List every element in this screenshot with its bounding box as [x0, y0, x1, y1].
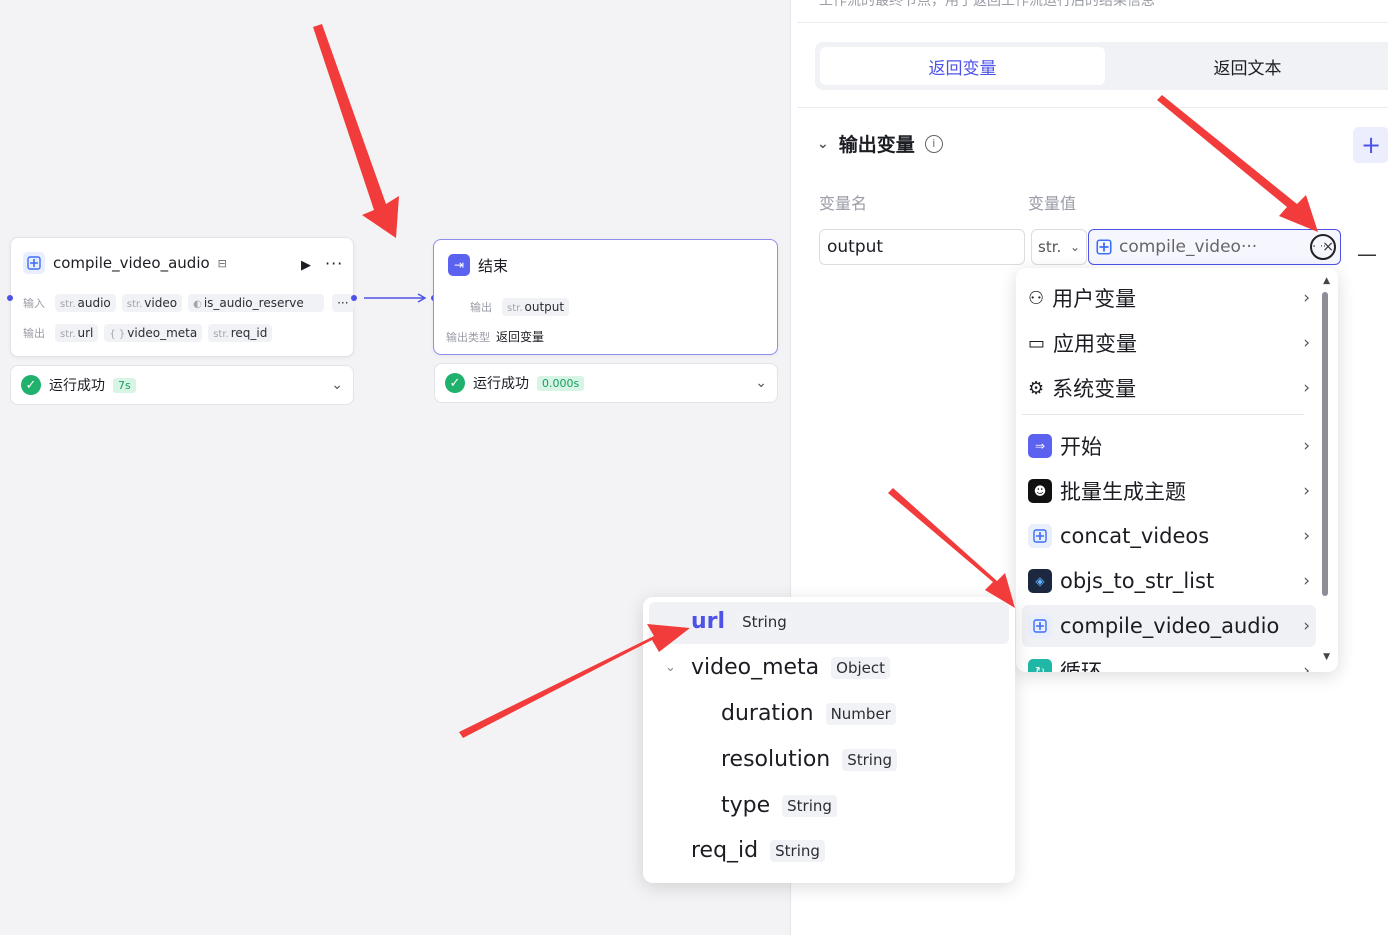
- return-mode-tabs: 返回变量 返回文本: [815, 42, 1388, 90]
- info-icon[interactable]: i: [924, 134, 943, 153]
- variable-source-dropdown: ▲ ▼ ⚇ 用户变量 › ▭ 应用变量 › ⚙ 系统变量 › ⇒ 开始 › ☻ …: [1016, 268, 1338, 672]
- dropdown-item-start[interactable]: ⇒ 开始 ›: [1022, 425, 1316, 467]
- chevron-down-icon: ⌄: [1069, 240, 1080, 254]
- scrollbar[interactable]: [1322, 292, 1328, 596]
- user-icon: ⚇: [1028, 287, 1045, 309]
- node-title: compile_video_audio: [53, 254, 210, 272]
- node-header: compile_video_audio ⊟: [23, 252, 227, 274]
- node-header: ⇥ 结束: [448, 254, 508, 276]
- output-label: 输出: [23, 327, 45, 340]
- node-title: 结束: [478, 256, 509, 275]
- check-icon: ✓: [445, 373, 465, 393]
- plugin-icon: [1028, 524, 1052, 548]
- dropdown-item-objs-to-str-list[interactable]: ◈ objs_to_str_list ›: [1022, 560, 1316, 602]
- column-name-header: 变量名: [819, 194, 868, 213]
- panel-description: 工作流的最终节点，用于返回工作流运行后的结果信息: [819, 0, 1155, 9]
- chevron-right-icon: ›: [1303, 481, 1310, 501]
- output-row: 输出 str. url { } video_meta str. req_id: [23, 324, 273, 342]
- divider: [797, 107, 1388, 108]
- dropdown-item-concat-videos[interactable]: concat_videos ›: [1022, 515, 1316, 557]
- gear-icon: ⚙: [1028, 377, 1045, 399]
- plugin-icon: [1095, 238, 1113, 256]
- status-text: 运行成功: [473, 376, 529, 392]
- node1-status[interactable]: ✓ 运行成功 7s ⌄: [10, 365, 354, 405]
- tab-return-variable[interactable]: 返回变量: [820, 47, 1105, 85]
- field-type[interactable]: type String: [721, 793, 837, 818]
- divider: [1022, 414, 1304, 415]
- chevron-right-icon: ›: [1303, 526, 1310, 546]
- chevron-right-icon: ›: [1303, 378, 1310, 398]
- status-text: 运行成功: [49, 378, 105, 394]
- dropdown-item-user-vars[interactable]: ⚇ 用户变量 ›: [1022, 277, 1316, 319]
- plugin-icon: [23, 252, 45, 274]
- field-req-id[interactable]: req_id String: [691, 838, 825, 863]
- output-chip: str. output: [502, 298, 570, 316]
- loop-icon: ↻: [1028, 659, 1052, 672]
- output-row: 输出 str. output: [470, 298, 570, 316]
- column-value-header: 变量值: [1028, 194, 1077, 213]
- field-video-meta[interactable]: ⌄ video_meta Object: [665, 655, 891, 680]
- output-type-row: 输出类型 返回变量: [446, 328, 544, 345]
- time-badge: 7s: [113, 377, 136, 393]
- output-chip: { } video_meta: [104, 324, 203, 342]
- more-icon[interactable]: ···: [325, 254, 343, 273]
- start-node-icon: ⇒: [1028, 434, 1052, 458]
- variable-type-select[interactable]: str. ⌄: [1031, 229, 1087, 265]
- node2-status[interactable]: ✓ 运行成功 0.000s ⌄: [434, 363, 778, 403]
- divider: [797, 22, 1388, 23]
- reference-text: compile_video···: [1119, 237, 1258, 257]
- chevron-down-icon[interactable]: ⌄: [331, 377, 343, 393]
- plugin-icon: [1028, 614, 1052, 638]
- chevron-right-icon: ›: [1303, 571, 1310, 591]
- time-badge: 0.000s: [537, 375, 585, 391]
- output-type-value: 返回变量: [496, 330, 545, 344]
- bot-icon: ☻: [1028, 479, 1052, 503]
- chevron-down-icon[interactable]: ⌄: [665, 660, 679, 675]
- run-node-icon[interactable]: ▶: [301, 258, 311, 273]
- output-type-label: 输出类型: [446, 330, 490, 344]
- output-variables-header[interactable]: ⌄ 输出变量 i: [817, 130, 943, 157]
- output-chip: str. req_id: [208, 324, 273, 342]
- chevron-right-icon: ›: [1303, 616, 1310, 636]
- field-duration[interactable]: duration Number: [721, 701, 896, 726]
- remove-variable-button[interactable]: —: [1357, 242, 1377, 266]
- chevron-down-icon[interactable]: ⌄: [817, 136, 829, 152]
- variable-reference-input[interactable]: compile_video··· · ×: [1088, 229, 1341, 265]
- chevron-right-icon: ›: [1303, 436, 1310, 456]
- edge-connector: [7, 293, 437, 303]
- field-url[interactable]: url String: [691, 609, 792, 634]
- dropdown-item-compile-video-audio[interactable]: compile_video_audio ›: [1022, 605, 1316, 647]
- node-end[interactable]: ⇥ 结束 输出 str. output 输出类型 返回变量: [433, 239, 778, 355]
- lock-icon: ⊟: [217, 256, 227, 270]
- scroll-up-icon[interactable]: ▲: [1323, 276, 1330, 286]
- tab-return-text[interactable]: 返回文本: [1105, 47, 1388, 85]
- output-label: 输出: [470, 301, 492, 314]
- add-variable-button[interactable]: +: [1353, 127, 1388, 163]
- section-title: 输出变量: [838, 134, 915, 156]
- dropdown-item-loop[interactable]: ↻ 循环 ›: [1022, 650, 1316, 672]
- field-resolution[interactable]: resolution String: [721, 747, 897, 772]
- dropdown-item-system-vars[interactable]: ⚙ 系统变量 ›: [1022, 367, 1316, 409]
- output-fields-popup: url String ⌄ video_meta Object duration …: [643, 597, 1015, 883]
- output-chip: str. url: [55, 324, 99, 342]
- chevron-right-icon: ›: [1303, 661, 1310, 672]
- chevron-right-icon: ›: [1303, 288, 1310, 308]
- scroll-down-icon[interactable]: ▼: [1323, 652, 1330, 662]
- check-icon: ✓: [21, 375, 41, 395]
- code-icon: ◈: [1028, 569, 1052, 593]
- chevron-right-icon: ›: [1303, 333, 1310, 353]
- dropdown-item-app-vars[interactable]: ▭ 应用变量 ›: [1022, 322, 1316, 364]
- folder-icon: ▭: [1028, 332, 1046, 354]
- variable-picker-icon[interactable]: ⋅⋅: [1310, 234, 1336, 260]
- end-node-icon: ⇥: [448, 254, 470, 276]
- variable-name-input[interactable]: output: [819, 229, 1025, 265]
- chevron-down-icon[interactable]: ⌄: [755, 375, 767, 391]
- dropdown-item-batch-topics[interactable]: ☻ 批量生成主题 ›: [1022, 470, 1316, 512]
